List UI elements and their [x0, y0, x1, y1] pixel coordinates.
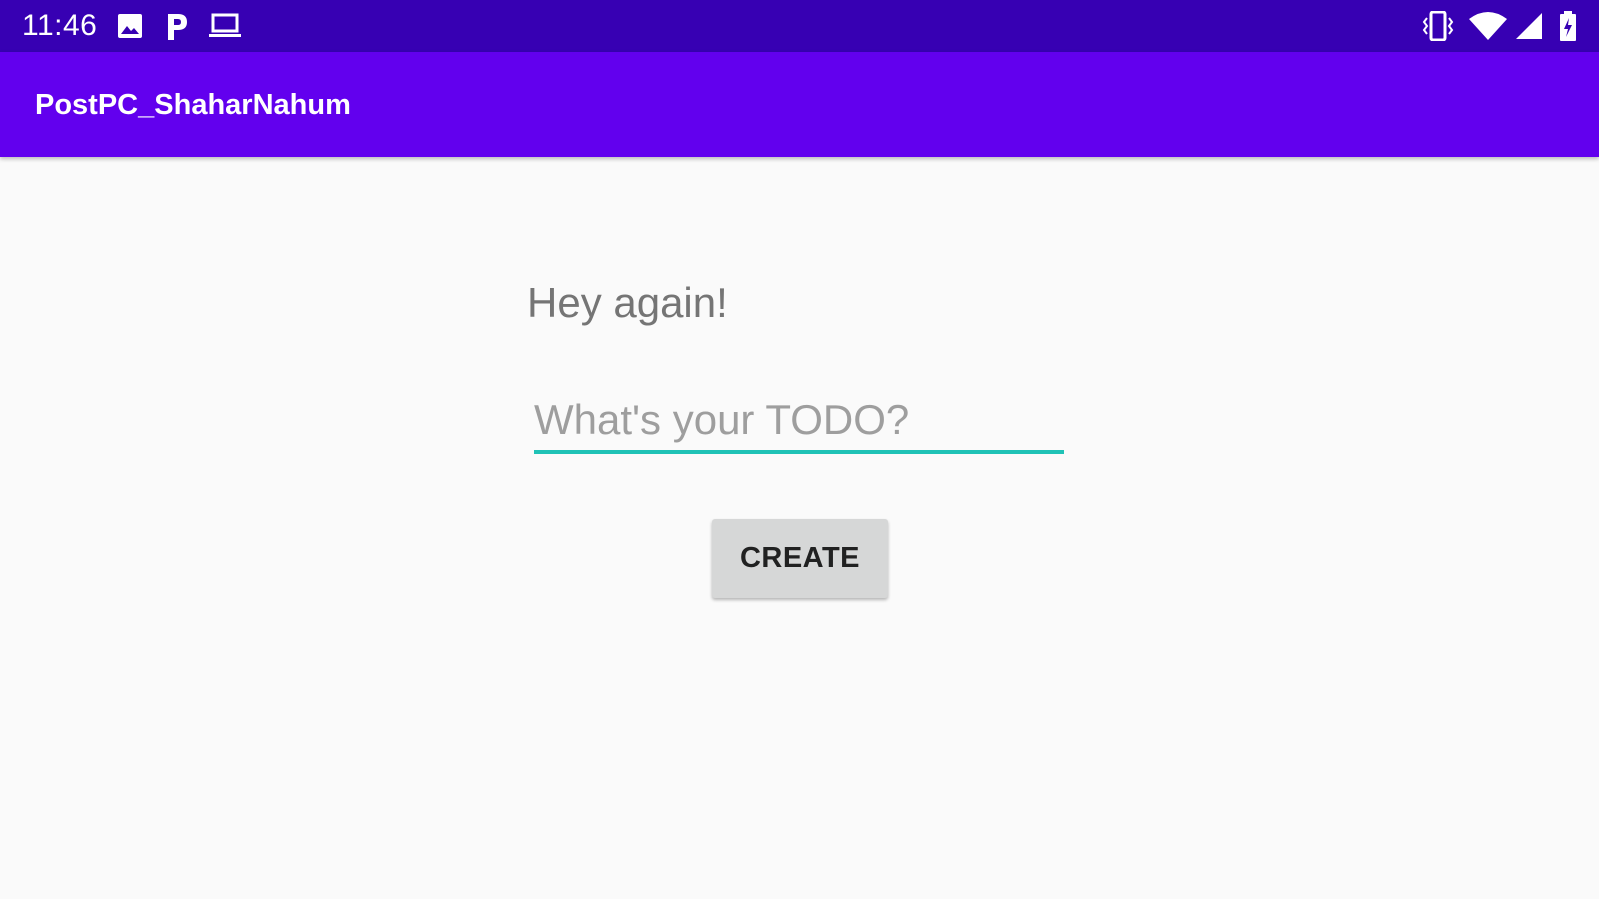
greeting-text: Hey again! — [527, 279, 728, 326]
status-time: 11:46 — [22, 9, 98, 42]
app-bar: PostPC_ShaharNahum — [0, 52, 1599, 157]
wifi-icon — [1469, 12, 1507, 40]
image-icon — [118, 14, 142, 38]
todo-input-underline — [534, 450, 1064, 454]
create-button[interactable]: CREATE — [712, 519, 888, 598]
todo-field — [534, 392, 1064, 454]
battery-charging-icon — [1560, 11, 1576, 41]
cell-signal-icon — [1516, 13, 1542, 39]
p-app-icon — [168, 14, 187, 40]
todo-input[interactable] — [534, 392, 1064, 448]
app-title: PostPC_ShaharNahum — [35, 89, 351, 121]
status-bar: 11:46 — [0, 0, 1599, 52]
laptop-icon — [209, 13, 241, 37]
vibrate-icon — [1422, 11, 1454, 41]
